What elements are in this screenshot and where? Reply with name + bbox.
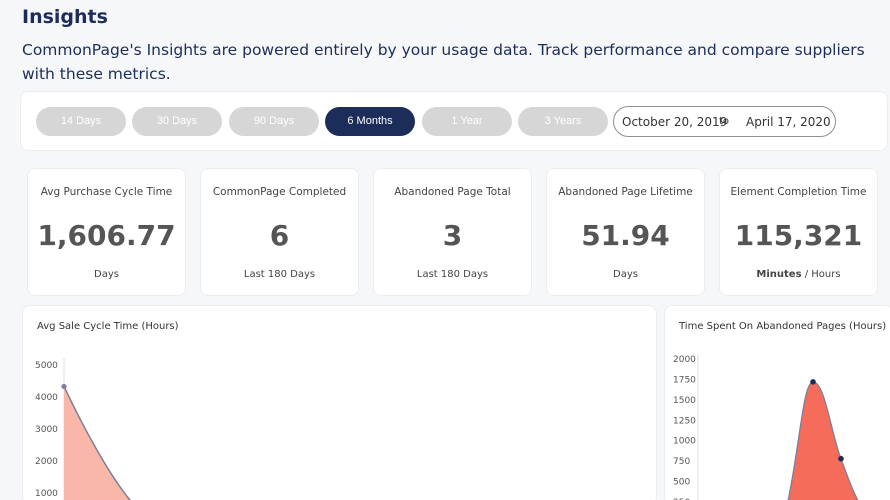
stat-value: 6 xyxy=(269,219,290,252)
date-separator: to xyxy=(719,116,730,127)
data-point xyxy=(810,379,816,385)
stat-sub-unit-hours[interactable]: / Hours xyxy=(802,269,841,280)
page-description: CommonPage's Insights are powered entire… xyxy=(22,41,865,83)
y-tick-label: 1250 xyxy=(673,416,696,426)
stat-value: 115,321 xyxy=(734,219,863,252)
area-fill xyxy=(64,386,130,500)
stat-card-element-completion-time: Element Completion Time 115,321 Minutes … xyxy=(719,168,878,296)
y-tick-label: 1000 xyxy=(673,437,696,447)
stat-card-commonpage-completed: CommonPage Completed 6 Last 180 Days xyxy=(200,168,359,296)
y-tick-label: 5000 xyxy=(35,361,58,371)
data-point xyxy=(61,383,67,390)
chart-card-avg-sale-cycle: Avg Sale Cycle Time (Hours) 5000 4000 3000… xyxy=(22,305,657,500)
y-tick-label: 1500 xyxy=(673,396,696,406)
range-button-14-days[interactable]: 14 Days xyxy=(36,107,126,136)
range-button-6-months[interactable]: 6 Months xyxy=(325,107,415,136)
page-title: Insights xyxy=(22,6,108,28)
range-button-3-years[interactable]: 3 Years xyxy=(518,107,608,136)
range-button-90-days[interactable]: 90 Days xyxy=(229,107,319,136)
y-tick-label: 4000 xyxy=(35,393,58,403)
date-range-picker[interactable]: October 20, 2019 to April 17, 2020 xyxy=(613,106,836,137)
stat-value: 51.94 xyxy=(581,219,670,252)
stat-sub: Last 180 Days xyxy=(243,269,316,280)
avg-sale-cycle-chart: 5000 4000 3000 2000 1000 xyxy=(35,358,131,500)
stat-sub: Days xyxy=(613,269,638,280)
stat-label: Abandoned Page Total xyxy=(394,186,511,198)
y-tick-label: 2000 xyxy=(35,457,58,467)
stat-label: Element Completion Time xyxy=(730,186,867,198)
stat-value: 3 xyxy=(442,219,463,252)
stat-sub-unit-minutes[interactable]: Minutes xyxy=(756,269,801,280)
range-button-1-year[interactable]: 1 Year xyxy=(422,107,512,136)
stat-label: Avg Purchase Cycle Time xyxy=(40,186,173,198)
y-tick-label: 750 xyxy=(673,457,690,467)
date-to[interactable]: April 17, 2020 xyxy=(746,115,831,129)
y-tick-label: 3000 xyxy=(35,425,58,435)
stat-sub: Minutes / Hours xyxy=(720,269,877,280)
stat-card-abandoned-page-lifetime: Abandoned Page Lifetime 51.94 Days xyxy=(546,168,705,296)
stat-sub: Last 180 Days xyxy=(416,269,489,280)
y-tick-label: 2000 xyxy=(673,355,696,365)
stat-sub: Days xyxy=(94,269,119,280)
abandoned-pages-chart: 20001750150012501000750500250 xyxy=(673,354,859,500)
stat-label: Abandoned Page Lifetime xyxy=(558,186,693,198)
date-from[interactable]: October 20, 2019 xyxy=(622,115,727,129)
range-button-30-days[interactable]: 30 Days xyxy=(132,107,222,136)
filter-card: 14 Days 30 Days 90 Days 6 Months 1 Year … xyxy=(20,91,888,151)
stat-value: 1,606.77 xyxy=(37,219,176,252)
y-tick-label: 500 xyxy=(673,478,690,488)
y-tick-label: 1750 xyxy=(673,375,696,385)
stat-card-abandoned-page-total: Abandoned Page Total 3 Last 180 Days xyxy=(373,168,532,296)
data-point xyxy=(838,455,844,462)
stat-label: CommonPage Completed xyxy=(212,186,347,198)
y-tick-label: 1000 xyxy=(35,489,58,499)
stat-card-avg-purchase-cycle-time: Avg Purchase Cycle Time 1,606.77 Days xyxy=(27,168,186,296)
chart-card-abandoned-pages: Time Spent On Abandoned Pages (Hours) 20… xyxy=(664,305,890,500)
